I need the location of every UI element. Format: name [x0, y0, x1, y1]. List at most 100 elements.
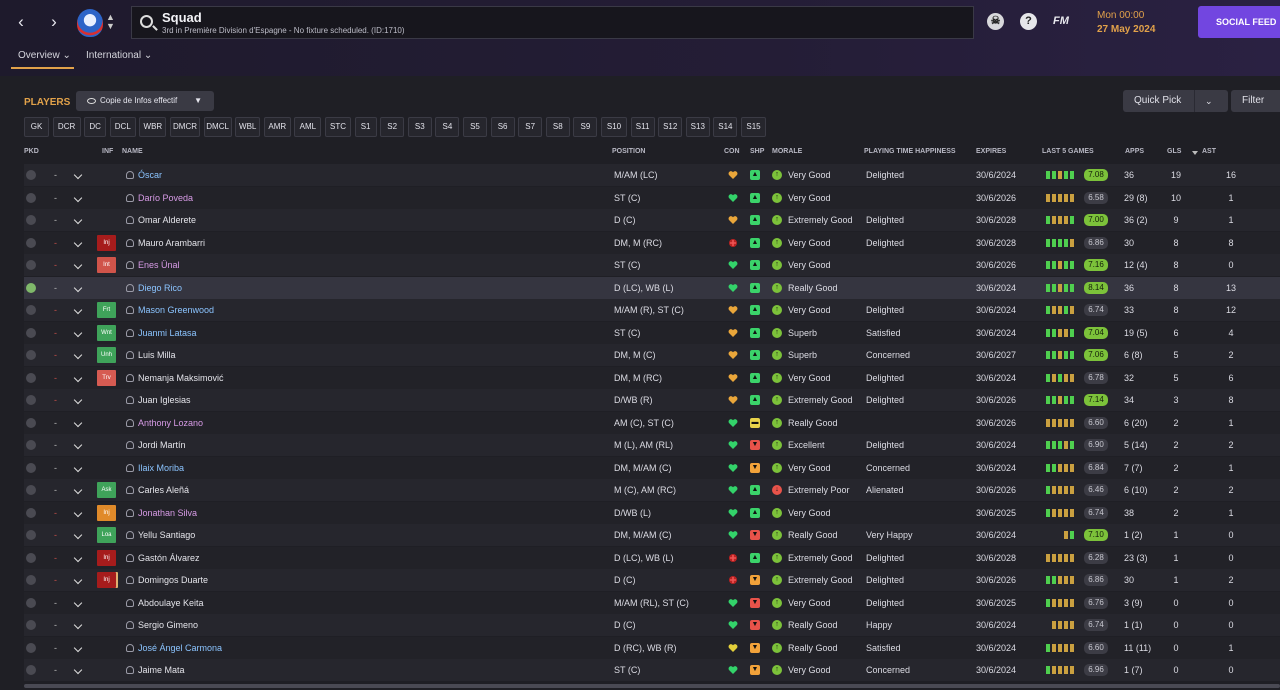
player-row[interactable]: - Frt Mason Greenwood M/AM (R), ST (C) ▲ ↑ Ver…	[24, 299, 1280, 321]
chevron-down-icon[interactable]	[73, 463, 83, 472]
col-shp[interactable]: SHP	[750, 148, 764, 155]
player-row[interactable]: - Int Enes Ünal ST (C) ▲ ↑ Very Good 30/6/2026 7…	[24, 254, 1280, 276]
chevron-down-icon[interactable]	[73, 440, 83, 450]
chevron-down-icon[interactable]	[73, 508, 83, 517]
col-playing-time[interactable]: PLAYING TIME HAPPINESS	[864, 148, 956, 155]
chevron-down-icon[interactable]	[73, 620, 83, 630]
date-label[interactable]: 27 May 2024	[1097, 24, 1155, 35]
chevron-down-icon[interactable]	[73, 350, 83, 360]
col-expires[interactable]: EXPIRES	[976, 148, 1006, 155]
player-row[interactable]: - Trv Nemanja Maksimović DM, M (RC) ▲ ↑ Very G…	[24, 366, 1280, 389]
player-row[interactable]: - Abdoulaye Keita M/AM (RL), ST (C) ▼ ↑ Very …	[24, 591, 1280, 614]
chevron-down-icon[interactable]	[73, 530, 83, 540]
player-name[interactable]: Enes Ünal	[138, 254, 180, 276]
chevron-down-icon[interactable]	[73, 395, 83, 405]
info-badge[interactable]: Inj	[97, 572, 116, 588]
pk-status-icon[interactable]	[26, 282, 36, 293]
horizontal-scrollbar[interactable]	[24, 681, 1280, 690]
chevron-down-icon[interactable]	[73, 283, 83, 292]
pk-status-icon[interactable]	[26, 485, 36, 495]
skull-icon[interactable]: ☠	[987, 13, 1004, 30]
player-row[interactable]: - Ilaix Moriba DM, M/AM (C) ▼ ↑ Very Good Conc…	[24, 456, 1280, 479]
player-name[interactable]: José Ángel Carmona	[138, 637, 222, 659]
col-name[interactable]: NAME	[122, 148, 143, 155]
player-name[interactable]: Carles Aleñá	[138, 479, 189, 501]
player-name[interactable]: Darío Poveda	[138, 187, 193, 209]
player-name[interactable]: Óscar	[138, 164, 162, 186]
chevron-down-icon[interactable]	[73, 418, 83, 427]
col-apps[interactable]: APPS	[1125, 148, 1144, 155]
info-badge[interactable]: Inj	[97, 549, 116, 566]
pk-status-icon[interactable]	[26, 530, 36, 540]
chip-gk[interactable]: GK	[24, 117, 49, 137]
player-row[interactable]: - Jaime Mata ST (C) ▼ ↑ Very Good Concerned 30/…	[24, 659, 1280, 681]
chip-s15[interactable]: S15	[741, 117, 766, 137]
chip-amr[interactable]: AMR	[263, 117, 291, 137]
player-row[interactable]: - Darío Poveda ST (C) ▲ ↑ Very Good 30/6/2026 6…	[24, 186, 1280, 209]
chevron-down-icon[interactable]	[73, 305, 83, 315]
col-con[interactable]: CON	[724, 148, 740, 155]
chip-s1[interactable]: S1	[354, 117, 377, 137]
chevron-down-icon[interactable]	[73, 193, 83, 202]
filter-button[interactable]: Filter	[1231, 90, 1280, 112]
chevron-down-icon[interactable]	[73, 238, 83, 247]
player-name[interactable]: Jaime Mata	[138, 659, 185, 681]
player-row[interactable]: - Juan Iglesias D/WB (R) ▲ ↑ Extremely Good De…	[24, 389, 1280, 411]
pk-status-icon[interactable]	[26, 327, 36, 338]
back-button[interactable]: ‹	[11, 12, 31, 32]
pk-status-icon[interactable]	[26, 350, 36, 360]
col-ast[interactable]: AST	[1202, 148, 1216, 155]
scrollbar-thumb[interactable]	[24, 684, 1280, 688]
chevron-down-icon[interactable]: ⌄	[1205, 90, 1213, 112]
chevron-down-icon[interactable]	[73, 215, 83, 225]
info-badge[interactable]: Loa	[97, 527, 116, 543]
forward-button[interactable]: ›	[44, 12, 64, 32]
col-inf[interactable]: INF	[102, 148, 113, 155]
player-row[interactable]: - Jordi Martín M (L), AM (RL) ▼ ↑ Excellent De…	[24, 434, 1280, 456]
pk-status-icon[interactable]	[26, 462, 36, 473]
player-name[interactable]: Mauro Arambarri	[138, 232, 205, 254]
chevron-down-icon[interactable]	[73, 665, 83, 675]
player-name[interactable]: Domingos Duarte	[138, 569, 208, 591]
col-last5[interactable]: LAST 5 GAMES	[1042, 148, 1094, 155]
player-name[interactable]: Gastón Álvarez	[138, 547, 200, 569]
chip-s14[interactable]: S14	[713, 117, 738, 137]
chip-s12[interactable]: S12	[658, 117, 683, 137]
chip-s8[interactable]: S8	[545, 117, 570, 137]
tab-overview[interactable]: Overview ⌄	[18, 50, 71, 61]
pk-status-icon[interactable]	[26, 305, 36, 315]
chip-wbl[interactable]: WBL	[235, 117, 261, 137]
player-name[interactable]: Yellu Santiago	[138, 524, 195, 546]
pk-status-icon[interactable]	[26, 170, 36, 180]
chip-s6[interactable]: S6	[490, 117, 515, 137]
player-row[interactable]: - Anthony Lozano AM (C), ST (C) ▬ ↑ Really Go…	[24, 411, 1280, 434]
info-badge[interactable]: Inj	[97, 234, 116, 251]
player-name[interactable]: Mason Greenwood	[138, 299, 214, 321]
info-badge[interactable]: Inj	[97, 504, 116, 521]
club-switch-icon[interactable]: ▲ ▼	[106, 13, 115, 31]
player-row[interactable]: - Omar Alderete D (C) ▲ ↑ Extremely Good Delig…	[24, 209, 1280, 231]
chip-dcr[interactable]: DCR	[52, 117, 81, 137]
chip-aml[interactable]: AML	[294, 117, 322, 137]
pk-status-icon[interactable]	[26, 417, 36, 428]
player-row[interactable]: - Wnt Juanmi Latasa ST (C) ▲ ↑ Superb Satisfied…	[24, 321, 1280, 344]
player-row[interactable]: - Diego Rico D (LC), WB (L) ▲ ↑ Really Good 30…	[24, 276, 1280, 299]
chevron-down-icon[interactable]	[73, 373, 83, 382]
player-row[interactable]: - Inj Gastón Álvarez D (LC), WB (L) ▲ ↑ Extrem…	[24, 546, 1280, 569]
chip-dcl[interactable]: DCL	[109, 117, 136, 137]
tab-international[interactable]: International ⌄	[86, 50, 152, 61]
player-row[interactable]: - Óscar M/AM (LC) ▲ ↑ Very Good Delighted 30/6/…	[24, 164, 1280, 186]
col-pkd[interactable]: PKD	[24, 148, 39, 155]
player-row[interactable]: - José Ángel Carmona D (RC), WB (R) ▼ ↑ Reall…	[24, 636, 1280, 659]
chevron-down-icon[interactable]	[73, 485, 83, 495]
chip-s11[interactable]: S11	[630, 117, 655, 137]
player-row[interactable]: - Loa Yellu Santiago DM, M/AM (C) ▼ ↑ Really G…	[24, 524, 1280, 546]
col-morale[interactable]: MORALE	[772, 148, 802, 155]
info-badge[interactable]: Trv	[97, 369, 116, 386]
chip-dmcl[interactable]: DMCL	[203, 117, 232, 137]
player-name[interactable]: Diego Rico	[138, 277, 182, 299]
pk-status-icon[interactable]	[26, 620, 36, 630]
col-position[interactable]: POSITION	[612, 148, 645, 155]
pk-status-icon[interactable]	[26, 597, 36, 608]
info-badge[interactable]: Ask	[97, 482, 116, 498]
